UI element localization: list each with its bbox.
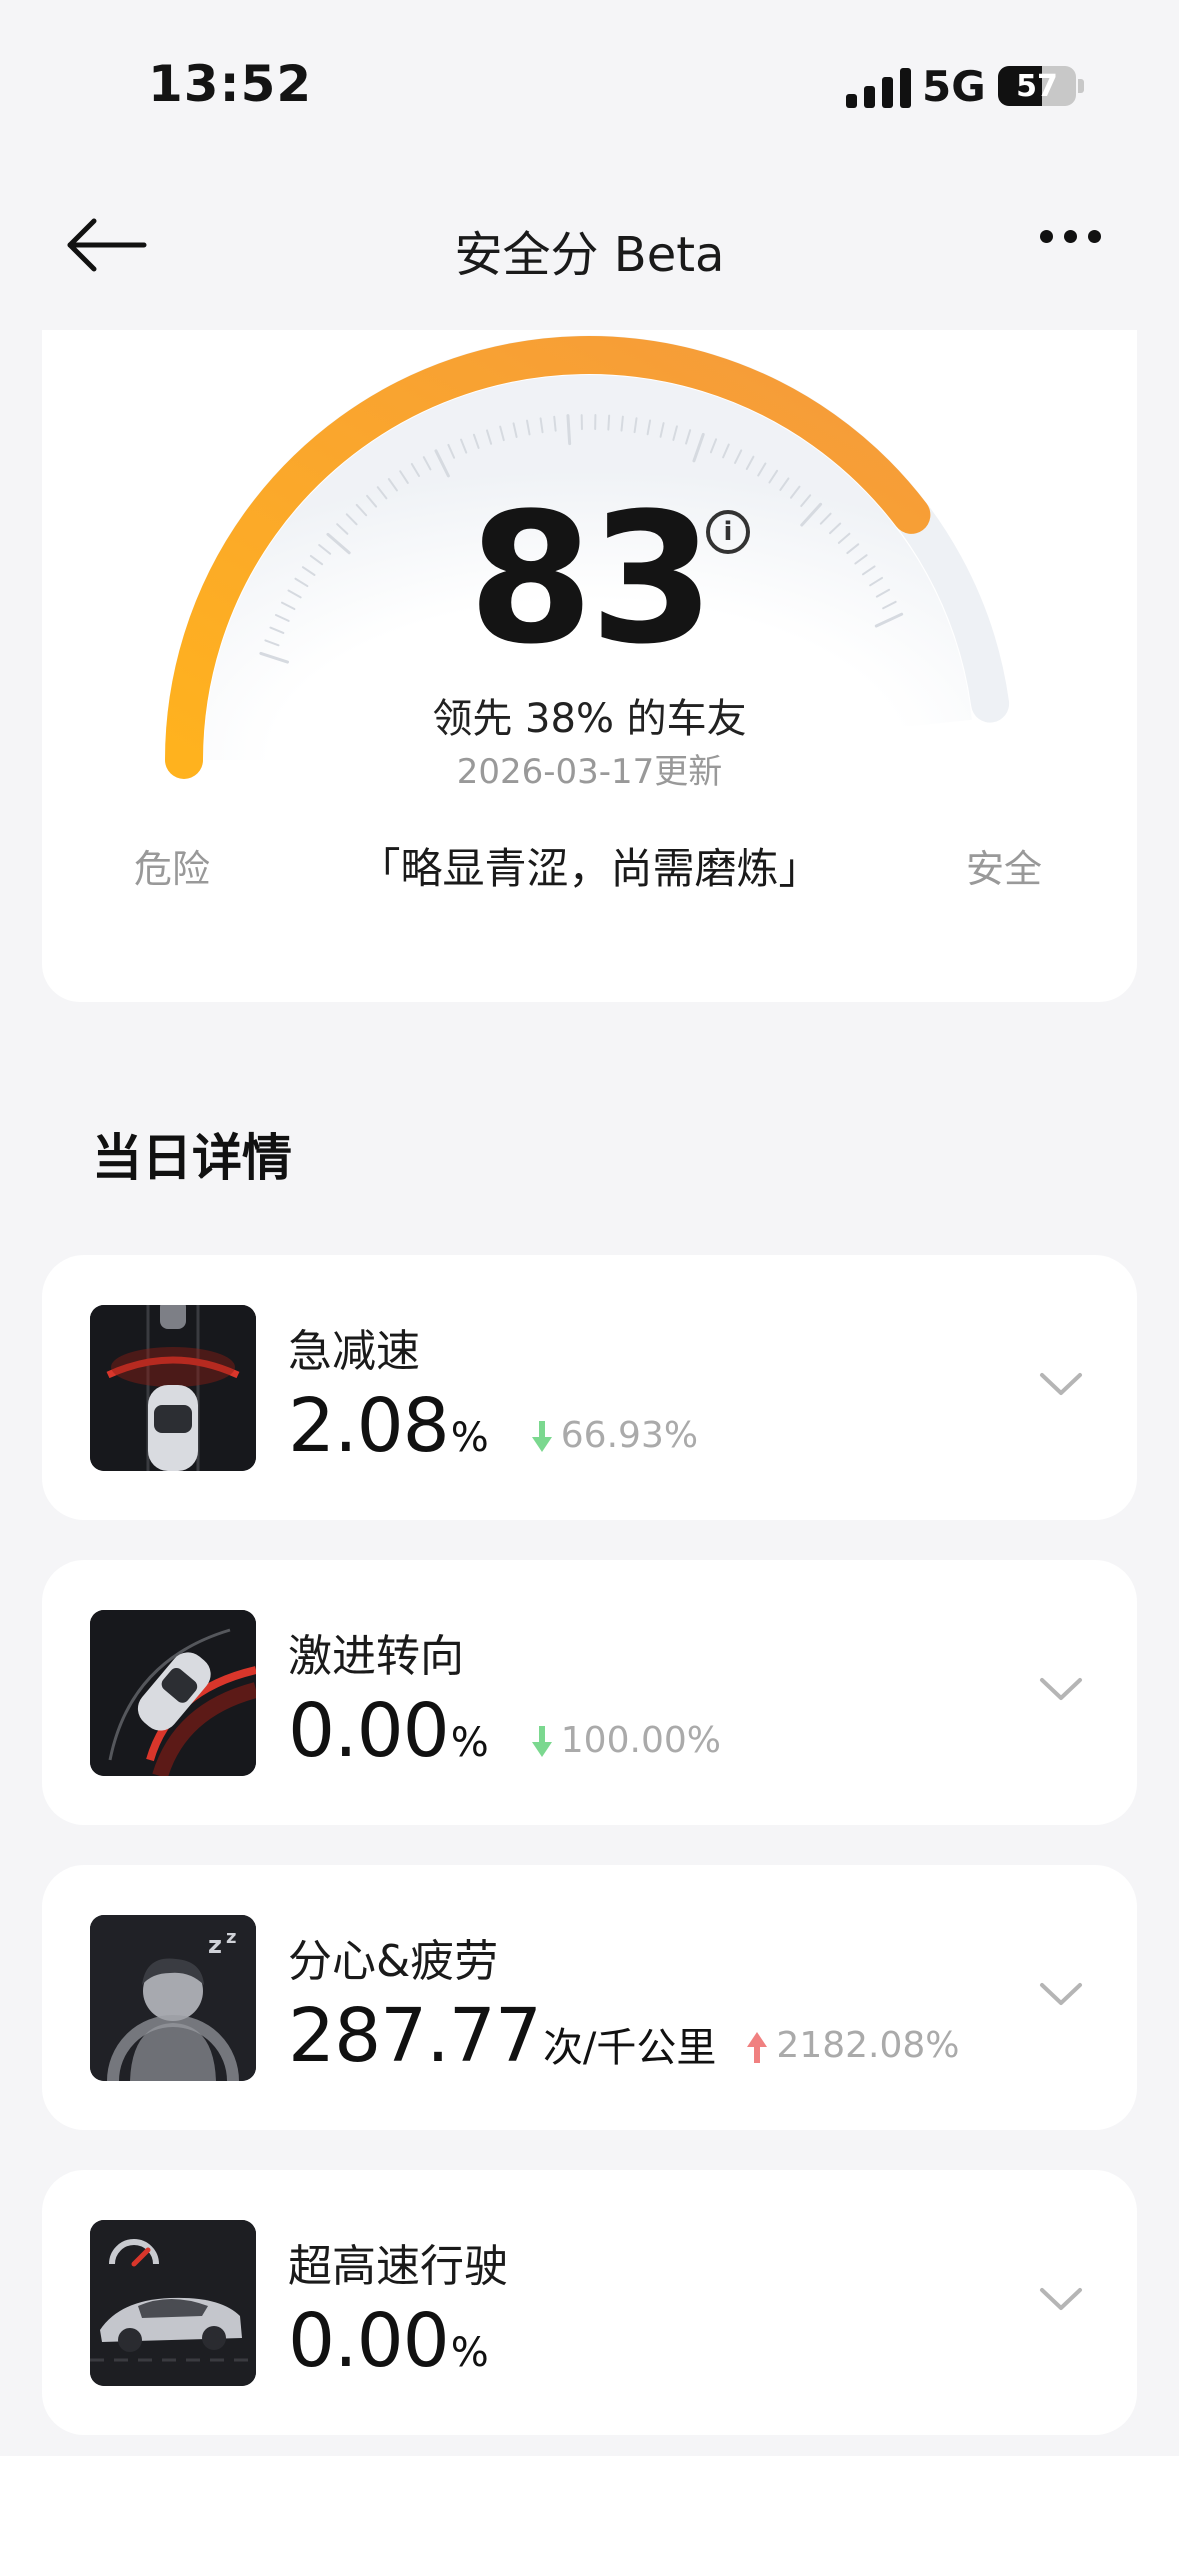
hard-braking-icon <box>90 1305 256 1471</box>
metric-value: 287.77 <box>288 1993 542 2079</box>
metric-change-value: 66.93% <box>560 1414 699 1456</box>
metric-card-aggressive-steering[interactable]: 激进转向 0.00 % 100.00% <box>42 1560 1137 1825</box>
rank-text: 领先 38% 的车友 <box>432 696 747 742</box>
svg-text:z: z <box>208 1931 222 1959</box>
metric-value: 2.08 <box>288 1383 450 1469</box>
battery-icon: 57 <box>998 66 1076 106</box>
metric-value-row: 0.00 % 100.00% <box>288 1688 721 1774</box>
page-title: 安全分 Beta <box>454 227 725 283</box>
gauge-tick <box>607 414 611 431</box>
gauge-tick <box>620 415 624 432</box>
chevron-down-icon[interactable] <box>1038 1369 1084 1399</box>
arrow-down-icon <box>531 1421 552 1452</box>
metric-change: 66.93% <box>531 1415 698 1456</box>
more-dots-icon[interactable] <box>1040 230 1101 243</box>
metric-card-speeding[interactable]: 超高速行驶 0.00 % <box>42 2170 1137 2435</box>
metric-unit: % <box>450 2330 489 2376</box>
info-icon[interactable]: i <box>706 510 750 554</box>
metric-value-row: 2.08 % 66.93% <box>288 1383 698 1469</box>
metric-unit: 次/千公里 <box>542 2025 717 2071</box>
network-type: 5G <box>922 62 986 111</box>
metric-name: 急减速 <box>288 1326 420 1377</box>
safety-score: 83 <box>468 475 715 684</box>
metric-change: 100.00% <box>531 1720 721 1761</box>
updated-date: 2026-03-17更新 <box>456 752 723 792</box>
section-title: 当日详情 <box>92 1129 292 1187</box>
gauge-tick <box>553 415 557 432</box>
nav-bar: 安全分 Beta <box>0 190 1179 300</box>
metric-value: 0.00 <box>288 2298 450 2384</box>
svg-text:z: z <box>226 1927 236 1948</box>
speeding-icon <box>90 2220 256 2386</box>
metric-card-distraction-fatigue[interactable]: z z 分心&疲劳 287.77 次/千公里 2182.08% <box>42 1865 1137 2130</box>
metric-unit: % <box>450 1720 489 1766</box>
metric-change-value: 2182.08% <box>776 2024 960 2066</box>
metric-value: 0.00 <box>288 1688 450 1774</box>
aggressive-steering-icon <box>90 1610 256 1776</box>
arrow-up-icon <box>747 2032 768 2063</box>
status-bar: 13:52 5G 57 <box>0 0 1179 170</box>
chevron-down-icon[interactable] <box>1038 2284 1084 2314</box>
score-card: 83 i 领先 38% 的车友 2026-03-17更新 危险 「略显青涩，尚需… <box>42 330 1137 1002</box>
metric-card-hard-braking[interactable]: 急减速 2.08 % 66.93% <box>42 1255 1137 1520</box>
metric-name: 分心&疲劳 <box>288 1936 499 1987</box>
metric-change: 2182.08% <box>746 2024 960 2066</box>
status-time: 13:52 <box>148 55 313 113</box>
signal-icon <box>846 64 911 108</box>
metric-change-value: 100.00% <box>560 1719 721 1761</box>
battery-level: 57 <box>1016 69 1058 104</box>
arrow-down-icon <box>531 1726 552 1757</box>
chevron-down-icon[interactable] <box>1038 1674 1084 1704</box>
metric-value-row: 287.77 次/千公里 2182.08% <box>288 1993 960 2079</box>
metric-value-row: 0.00 % <box>288 2298 489 2384</box>
metric-unit: % <box>450 1415 489 1461</box>
metric-name: 超高速行驶 <box>288 2241 508 2292</box>
bottom-area <box>0 2456 1179 2556</box>
gauge-tick <box>566 414 572 446</box>
metric-name: 激进转向 <box>288 1631 464 1682</box>
chevron-down-icon[interactable] <box>1038 1979 1084 2009</box>
gauge-label-safe: 安全 <box>966 847 1043 891</box>
distraction-fatigue-icon: z z <box>90 1915 256 2081</box>
